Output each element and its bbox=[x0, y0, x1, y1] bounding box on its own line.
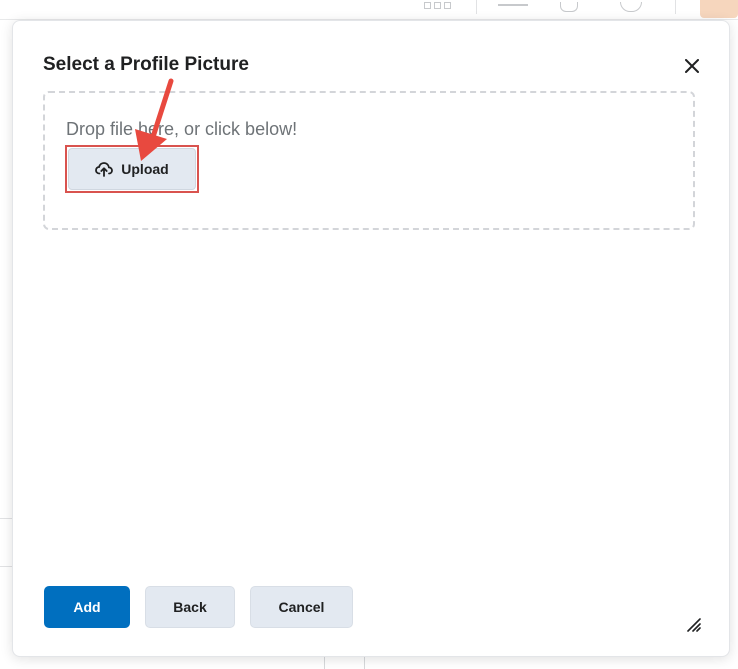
background-divider bbox=[324, 656, 325, 669]
background-divider bbox=[0, 518, 12, 519]
menu-icon bbox=[498, 4, 528, 6]
upload-button-label: Upload bbox=[121, 161, 169, 177]
background-topbar bbox=[0, 0, 738, 20]
cloud-upload-icon bbox=[95, 162, 114, 177]
background-divider bbox=[364, 656, 365, 669]
avatar bbox=[700, 0, 738, 18]
profile-picture-dialog: Select a Profile Picture Drop file here,… bbox=[12, 20, 730, 657]
dialog-title: Select a Profile Picture bbox=[43, 54, 249, 75]
bell-icon bbox=[620, 2, 642, 12]
background-divider bbox=[476, 0, 477, 14]
add-button[interactable]: Add bbox=[44, 586, 130, 628]
cancel-button[interactable]: Cancel bbox=[250, 586, 353, 628]
back-button[interactable]: Back bbox=[145, 586, 235, 628]
background-divider bbox=[675, 0, 676, 14]
file-dropzone[interactable]: Drop file here, or click below! Upload bbox=[43, 91, 695, 230]
resize-handle-icon[interactable] bbox=[685, 616, 701, 632]
close-icon bbox=[685, 59, 699, 73]
apps-grid-icon bbox=[424, 2, 452, 12]
background-divider bbox=[0, 566, 12, 567]
upload-button[interactable]: Upload bbox=[68, 148, 196, 190]
chat-icon bbox=[560, 2, 578, 12]
close-button[interactable] bbox=[681, 55, 703, 77]
dropzone-instruction: Drop file here, or click below! bbox=[66, 119, 298, 139]
